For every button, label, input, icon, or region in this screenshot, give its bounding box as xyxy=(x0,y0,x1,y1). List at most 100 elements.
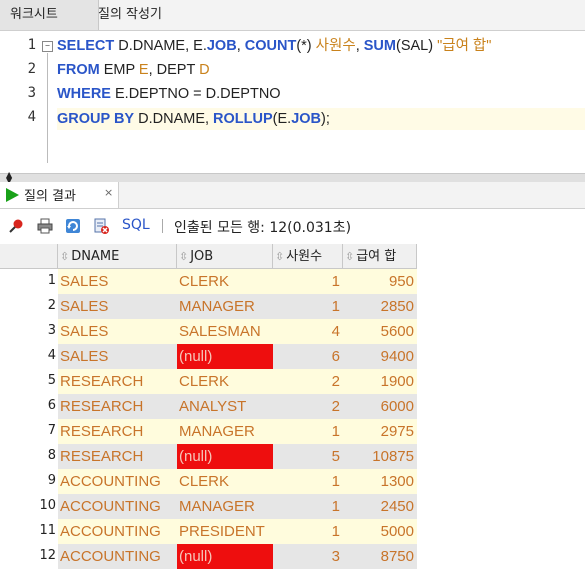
table-row[interactable]: 11 ACCOUNTING PRESIDENT 1 5000 xyxy=(0,519,585,544)
cell-salary-sum[interactable]: 5600 xyxy=(343,319,417,344)
row-number-header xyxy=(0,244,58,269)
cell-salary-sum[interactable]: 2975 xyxy=(343,419,417,444)
cell-dname[interactable]: RESEARCH xyxy=(58,444,177,469)
cell-job[interactable]: SALESMAN xyxy=(177,319,273,344)
cell-employee-count[interactable]: 1 xyxy=(273,419,343,444)
tab-query-result[interactable]: 질의 결과 × xyxy=(0,182,119,208)
cell-salary-sum[interactable]: 10875 xyxy=(343,444,417,469)
column-header-salary-sum[interactable]: ⇳ 급여 합 xyxy=(343,244,417,269)
cell-job[interactable]: CLERK xyxy=(177,469,273,494)
cell-job[interactable]: (null) xyxy=(177,344,273,369)
cell-employee-count[interactable]: 2 xyxy=(273,394,343,419)
table-row[interactable]: 4 SALES (null) 6 9400 xyxy=(0,344,585,369)
code-token: FROM xyxy=(57,62,100,78)
cell-job[interactable]: MANAGER xyxy=(177,419,273,444)
tab-query-builder[interactable]: 질의 작성기 xyxy=(88,0,172,30)
cell-employee-count[interactable]: 2 xyxy=(273,369,343,394)
cell-job[interactable]: PRESIDENT xyxy=(177,519,273,544)
column-header-dname[interactable]: ⇳ DNAME xyxy=(58,244,177,269)
cell-salary-sum[interactable]: 2850 xyxy=(343,294,417,319)
cell-salary-sum[interactable]: 2450 xyxy=(343,494,417,519)
code-line-1: SELECT D.DNAME, E.JOB, COUNT(*) 사원수, SUM… xyxy=(57,35,491,57)
cell-dname[interactable]: ACCOUNTING xyxy=(58,469,177,494)
table-row[interactable]: 7 RESEARCH MANAGER 1 2975 xyxy=(0,419,585,444)
code-line-2: FROM EMP E, DEPT D xyxy=(57,59,210,81)
code-line-4: GROUP BY D.DNAME, ROLLUP(E.JOB); xyxy=(57,108,585,130)
cell-employee-count[interactable]: 1 xyxy=(273,469,343,494)
fold-collapse-icon[interactable]: − xyxy=(42,41,53,52)
cell-job[interactable]: ANALYST xyxy=(177,394,273,419)
table-row[interactable]: 12 ACCOUNTING (null) 3 8750 xyxy=(0,544,585,569)
close-icon[interactable]: × xyxy=(104,186,113,199)
code-token: EMP xyxy=(99,62,139,78)
table-row[interactable]: 2 SALES MANAGER 1 2850 xyxy=(0,294,585,319)
row-number: 9 xyxy=(0,469,56,494)
column-header-employee-count[interactable]: ⇳ 사원수 xyxy=(273,244,343,269)
cell-employee-count[interactable]: 6 xyxy=(273,344,343,369)
code-token: (SAL) xyxy=(395,38,438,54)
cell-salary-sum[interactable]: 950 xyxy=(343,269,417,294)
sql-editor[interactable]: 1 2 3 4 − SELECT D.DNAME, E.JOB, COUNT(*… xyxy=(0,31,585,173)
cell-salary-sum[interactable]: 6000 xyxy=(343,394,417,419)
cell-dname[interactable]: RESEARCH xyxy=(58,394,177,419)
cell-dname[interactable]: SALES xyxy=(58,294,177,319)
tab-worksheet[interactable]: 워크시트 xyxy=(0,0,99,30)
cell-salary-sum[interactable]: 5000 xyxy=(343,519,417,544)
table-row[interactable]: 10 ACCOUNTING MANAGER 1 2450 xyxy=(0,494,585,519)
table-row[interactable]: 3 SALES SALESMAN 4 5600 xyxy=(0,319,585,344)
code-token: SELECT xyxy=(57,38,115,54)
table-row[interactable]: 1 SALES CLERK 1 950 xyxy=(0,269,585,294)
cell-employee-count[interactable]: 1 xyxy=(273,269,343,294)
cell-employee-count[interactable]: 5 xyxy=(273,444,343,469)
cell-dname[interactable]: ACCOUNTING xyxy=(58,544,177,569)
sql-button[interactable]: SQL xyxy=(122,217,150,233)
cell-dname[interactable]: SALES xyxy=(58,319,177,344)
column-header-label: 급여 합 xyxy=(356,249,397,264)
code-token: 사원수 xyxy=(315,38,356,54)
cell-employee-count[interactable]: 4 xyxy=(273,319,343,344)
sort-icon: ⇳ xyxy=(179,250,189,263)
line-number: 1 xyxy=(27,37,36,53)
cell-job[interactable]: (null) xyxy=(177,444,273,469)
cell-job[interactable]: CLERK xyxy=(177,269,273,294)
table-row[interactable]: 8 RESEARCH (null) 5 10875 xyxy=(0,444,585,469)
fetch-status-text: 인출된 모든 행: 12(0.031초) xyxy=(174,220,352,236)
cell-job[interactable]: (null) xyxy=(177,544,273,569)
cell-employee-count[interactable]: 3 xyxy=(273,544,343,569)
cell-employee-count[interactable]: 1 xyxy=(273,294,343,319)
table-row[interactable]: 6 RESEARCH ANALYST 2 6000 xyxy=(0,394,585,419)
cell-job[interactable]: CLERK xyxy=(177,369,273,394)
results-tabbar: 질의 결과 × xyxy=(0,182,585,209)
cell-dname[interactable]: RESEARCH xyxy=(58,419,177,444)
pin-icon[interactable] xyxy=(8,218,24,234)
refresh-sql-icon[interactable] xyxy=(65,218,81,234)
cell-employee-count[interactable]: 1 xyxy=(273,519,343,544)
row-number: 10 xyxy=(0,494,56,519)
code-token: JOB xyxy=(206,38,237,54)
cell-salary-sum[interactable]: 1300 xyxy=(343,469,417,494)
line-number: 2 xyxy=(27,61,36,77)
table-row[interactable]: 5 RESEARCH CLERK 2 1900 xyxy=(0,369,585,394)
cell-dname[interactable]: SALES xyxy=(58,269,177,294)
cell-salary-sum[interactable]: 8750 xyxy=(343,544,417,569)
cell-dname[interactable]: RESEARCH xyxy=(58,369,177,394)
code-token: E xyxy=(138,62,149,78)
code-token: , xyxy=(236,38,245,54)
code-token: , DEPT xyxy=(148,62,200,78)
cell-employee-count[interactable]: 1 xyxy=(273,494,343,519)
print-icon[interactable] xyxy=(37,218,53,234)
code-token: E.DEPTNO = D.DEPTNO xyxy=(110,86,281,102)
export-icon[interactable] xyxy=(93,218,109,234)
column-header-job[interactable]: ⇳ JOB xyxy=(177,244,273,269)
cell-dname[interactable]: SALES xyxy=(58,344,177,369)
code-token: (*) xyxy=(296,38,316,54)
table-row[interactable]: 9 ACCOUNTING CLERK 1 1300 xyxy=(0,469,585,494)
toolbar-separator xyxy=(162,219,163,233)
cell-salary-sum[interactable]: 9400 xyxy=(343,344,417,369)
cell-job[interactable]: MANAGER xyxy=(177,294,273,319)
row-number: 3 xyxy=(0,319,56,344)
cell-dname[interactable]: ACCOUNTING xyxy=(58,494,177,519)
cell-dname[interactable]: ACCOUNTING xyxy=(58,519,177,544)
cell-job[interactable]: MANAGER xyxy=(177,494,273,519)
cell-salary-sum[interactable]: 1900 xyxy=(343,369,417,394)
